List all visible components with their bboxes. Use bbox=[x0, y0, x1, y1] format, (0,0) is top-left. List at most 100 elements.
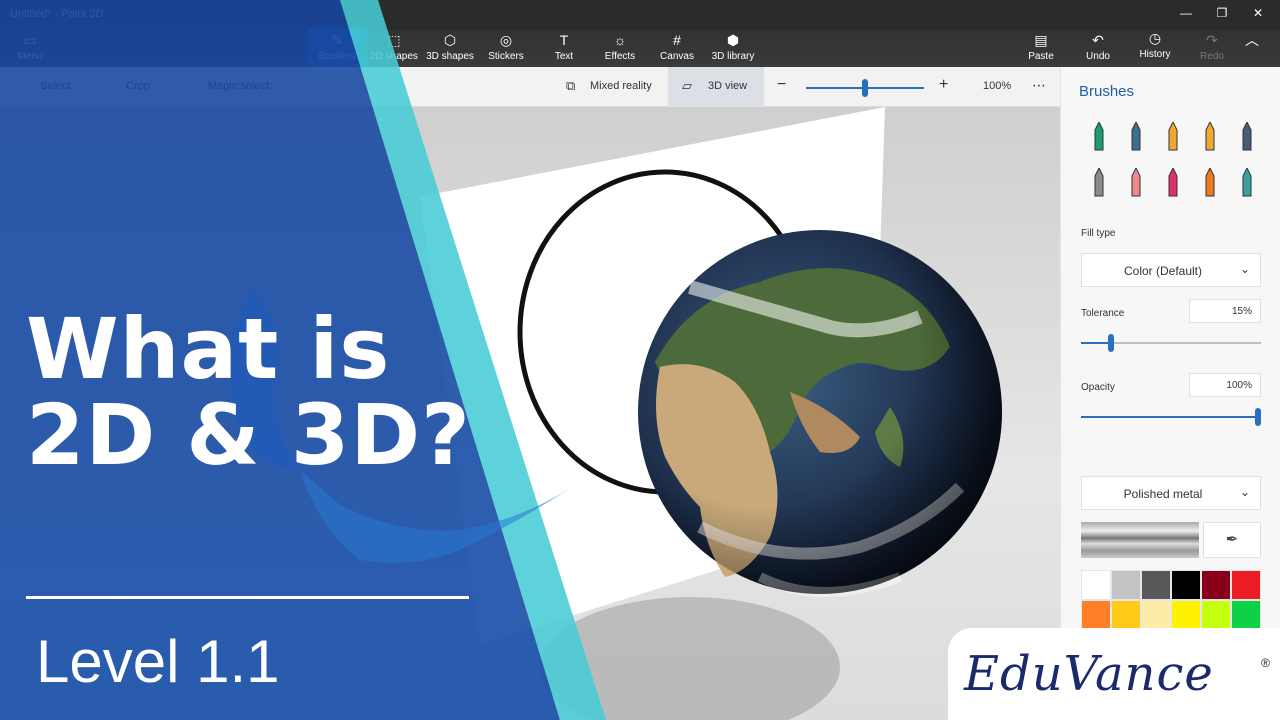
brushes-panel: Brushes Fill type Color (Default) ⌄ Tole… bbox=[1060, 67, 1280, 720]
more-options-icon[interactable]: ⋯ bbox=[1032, 77, 1046, 94]
crayon-brush-icon[interactable] bbox=[1163, 166, 1183, 198]
tolerance-slider[interactable] bbox=[1081, 334, 1261, 352]
tolerance-label: Tolerance bbox=[1081, 308, 1125, 319]
tool-3d-shapes[interactable]: ⬡ 3D shapes bbox=[420, 32, 480, 62]
3d-view-icon: ▱ bbox=[682, 78, 692, 93]
color-swatch[interactable] bbox=[1231, 570, 1261, 600]
tool-label: 3D library bbox=[711, 51, 755, 62]
mixed-reality-icon: ⧉ bbox=[566, 78, 576, 93]
color-swatch[interactable] bbox=[1201, 600, 1231, 630]
collapse-ribbon-button[interactable]: ︿ bbox=[1232, 32, 1272, 48]
3d-view-label: 3D view bbox=[708, 80, 748, 92]
history-button[interactable]: ◷ History bbox=[1125, 30, 1185, 60]
stickers-icon: ◎ bbox=[499, 32, 513, 48]
watercolor-brush-icon[interactable] bbox=[1200, 120, 1220, 152]
pixel-pen-brush-icon[interactable] bbox=[1237, 120, 1257, 152]
fill-type-dropdown[interactable]: Color (Default) ⌄ bbox=[1081, 253, 1261, 287]
menu-label: Menu bbox=[17, 51, 43, 62]
chevron-down-icon: ⌄ bbox=[1239, 262, 1250, 276]
marker-brush-icon[interactable] bbox=[1089, 120, 1109, 152]
eyedropper-icon[interactable]: ✒ bbox=[1203, 522, 1261, 558]
tool-canvas[interactable]: # Canvas bbox=[647, 32, 707, 62]
color-palette bbox=[1081, 570, 1261, 630]
tool-options-bar: Select Crop Magic select ⧉ Mixed reality… bbox=[0, 67, 1060, 107]
globe-shadow bbox=[540, 597, 840, 720]
3d-shapes-icon: ⬡ bbox=[443, 32, 457, 48]
divider bbox=[26, 596, 469, 599]
eraser-brush-icon[interactable] bbox=[1126, 166, 1146, 198]
color-swatch[interactable] bbox=[1081, 570, 1111, 600]
text-icon: T bbox=[559, 32, 569, 48]
fill-type-value: Color (Default) bbox=[1123, 264, 1203, 278]
history-label: History bbox=[1139, 49, 1171, 60]
tolerance-thumb[interactable] bbox=[1108, 334, 1114, 352]
crop-button[interactable]: Crop bbox=[126, 80, 150, 92]
color-swatch[interactable] bbox=[1171, 570, 1201, 600]
headline-line-1: What is bbox=[26, 300, 391, 398]
color-swatch[interactable] bbox=[1171, 600, 1201, 630]
color-swatch[interactable] bbox=[1111, 570, 1141, 600]
fill-brush-icon[interactable] bbox=[1237, 166, 1257, 198]
tool-2d-shapes[interactable]: ⬚ 2D shapes bbox=[364, 32, 424, 62]
color-swatch[interactable] bbox=[1141, 570, 1171, 600]
zoom-out-icon[interactable]: − bbox=[777, 76, 786, 94]
tool-effects[interactable]: ☼ Effects bbox=[590, 32, 650, 62]
chevron-down-icon: ⌄ bbox=[1239, 485, 1250, 499]
paste-button[interactable]: ▤ Paste bbox=[1011, 32, 1071, 62]
close-icon[interactable]: ✕ bbox=[1248, 6, 1268, 20]
logo-text: EduVance bbox=[964, 646, 1214, 702]
oil-brush-brush-icon[interactable] bbox=[1163, 120, 1183, 152]
color-swatch[interactable] bbox=[1201, 570, 1231, 600]
material-dropdown[interactable]: Polished metal ⌄ bbox=[1081, 476, 1261, 510]
zoom-slider-thumb[interactable] bbox=[862, 79, 868, 97]
level-label: Level 1.1 bbox=[36, 628, 280, 695]
canvas-icon: # bbox=[673, 32, 681, 48]
menu-icon: ▭ bbox=[23, 32, 37, 48]
undo-label: Undo bbox=[1086, 51, 1110, 62]
fill-type-label: Fill type bbox=[1081, 228, 1116, 239]
minimize-icon[interactable]: — bbox=[1176, 6, 1196, 20]
earth-globe[interactable] bbox=[638, 230, 1002, 597]
zoom-in-icon[interactable]: + bbox=[939, 76, 948, 94]
tool-text[interactable]: T Text bbox=[534, 32, 594, 62]
tool-label: Effects bbox=[604, 51, 636, 62]
color-swatch[interactable] bbox=[1081, 600, 1111, 630]
material-value: Polished metal bbox=[1123, 487, 1203, 501]
registered-mark: ® bbox=[1261, 656, 1270, 670]
panel-heading: Brushes bbox=[1079, 83, 1135, 100]
tool-label: 3D shapes bbox=[426, 51, 474, 62]
select-button[interactable]: Select bbox=[40, 80, 71, 92]
tool-label: Canvas bbox=[660, 51, 694, 62]
undo-button[interactable]: ↶ Undo bbox=[1068, 32, 1128, 62]
mixed-reality-button[interactable]: Mixed reality bbox=[590, 80, 652, 92]
tool-label: Text bbox=[554, 51, 574, 62]
opacity-input[interactable]: 100% bbox=[1189, 373, 1261, 397]
material-preview bbox=[1081, 522, 1199, 558]
spray-can-brush-icon[interactable] bbox=[1200, 166, 1220, 198]
tool-stickers[interactable]: ◎ Stickers bbox=[476, 32, 536, 62]
calligraphy-pen-brush-icon[interactable] bbox=[1126, 120, 1146, 152]
chevron-up-icon: ︿ bbox=[1245, 32, 1259, 48]
tool-3d-library[interactable]: ⬢ 3D library bbox=[703, 32, 763, 62]
color-swatch[interactable] bbox=[1111, 600, 1141, 630]
eduvance-logo: EduVance ® bbox=[948, 628, 1280, 720]
title-bar: Untitled* - Paint 3D — ❐ ✕ bbox=[0, 0, 1280, 30]
tolerance-input[interactable]: 15% bbox=[1189, 299, 1261, 323]
brush-icon: ✎ bbox=[331, 32, 343, 48]
3d-view-button[interactable]: ▱ 3D view bbox=[668, 67, 764, 107]
color-swatch[interactable] bbox=[1141, 600, 1171, 630]
opacity-slider[interactable] bbox=[1081, 408, 1261, 426]
pencil-brush-icon[interactable] bbox=[1089, 166, 1109, 198]
color-swatch[interactable] bbox=[1231, 600, 1261, 630]
tolerance-fill bbox=[1081, 342, 1108, 344]
tool-brushes[interactable]: ✎ Brushes bbox=[307, 28, 367, 67]
headline-line-2: 2D & 3D? bbox=[26, 386, 471, 484]
opacity-fill bbox=[1081, 416, 1261, 418]
magic-select-button[interactable]: Magic select bbox=[208, 80, 269, 92]
redo-label: Redo bbox=[1200, 51, 1224, 62]
restore-icon[interactable]: ❐ bbox=[1212, 6, 1232, 20]
menu-button[interactable]: ▭ Menu bbox=[0, 32, 60, 62]
ribbon: Untitled* - Paint 3D — ❐ ✕ ▭ Menu ✎ Brus… bbox=[0, 0, 1280, 67]
3d-library-icon: ⬢ bbox=[726, 32, 740, 48]
opacity-thumb[interactable] bbox=[1255, 408, 1261, 426]
